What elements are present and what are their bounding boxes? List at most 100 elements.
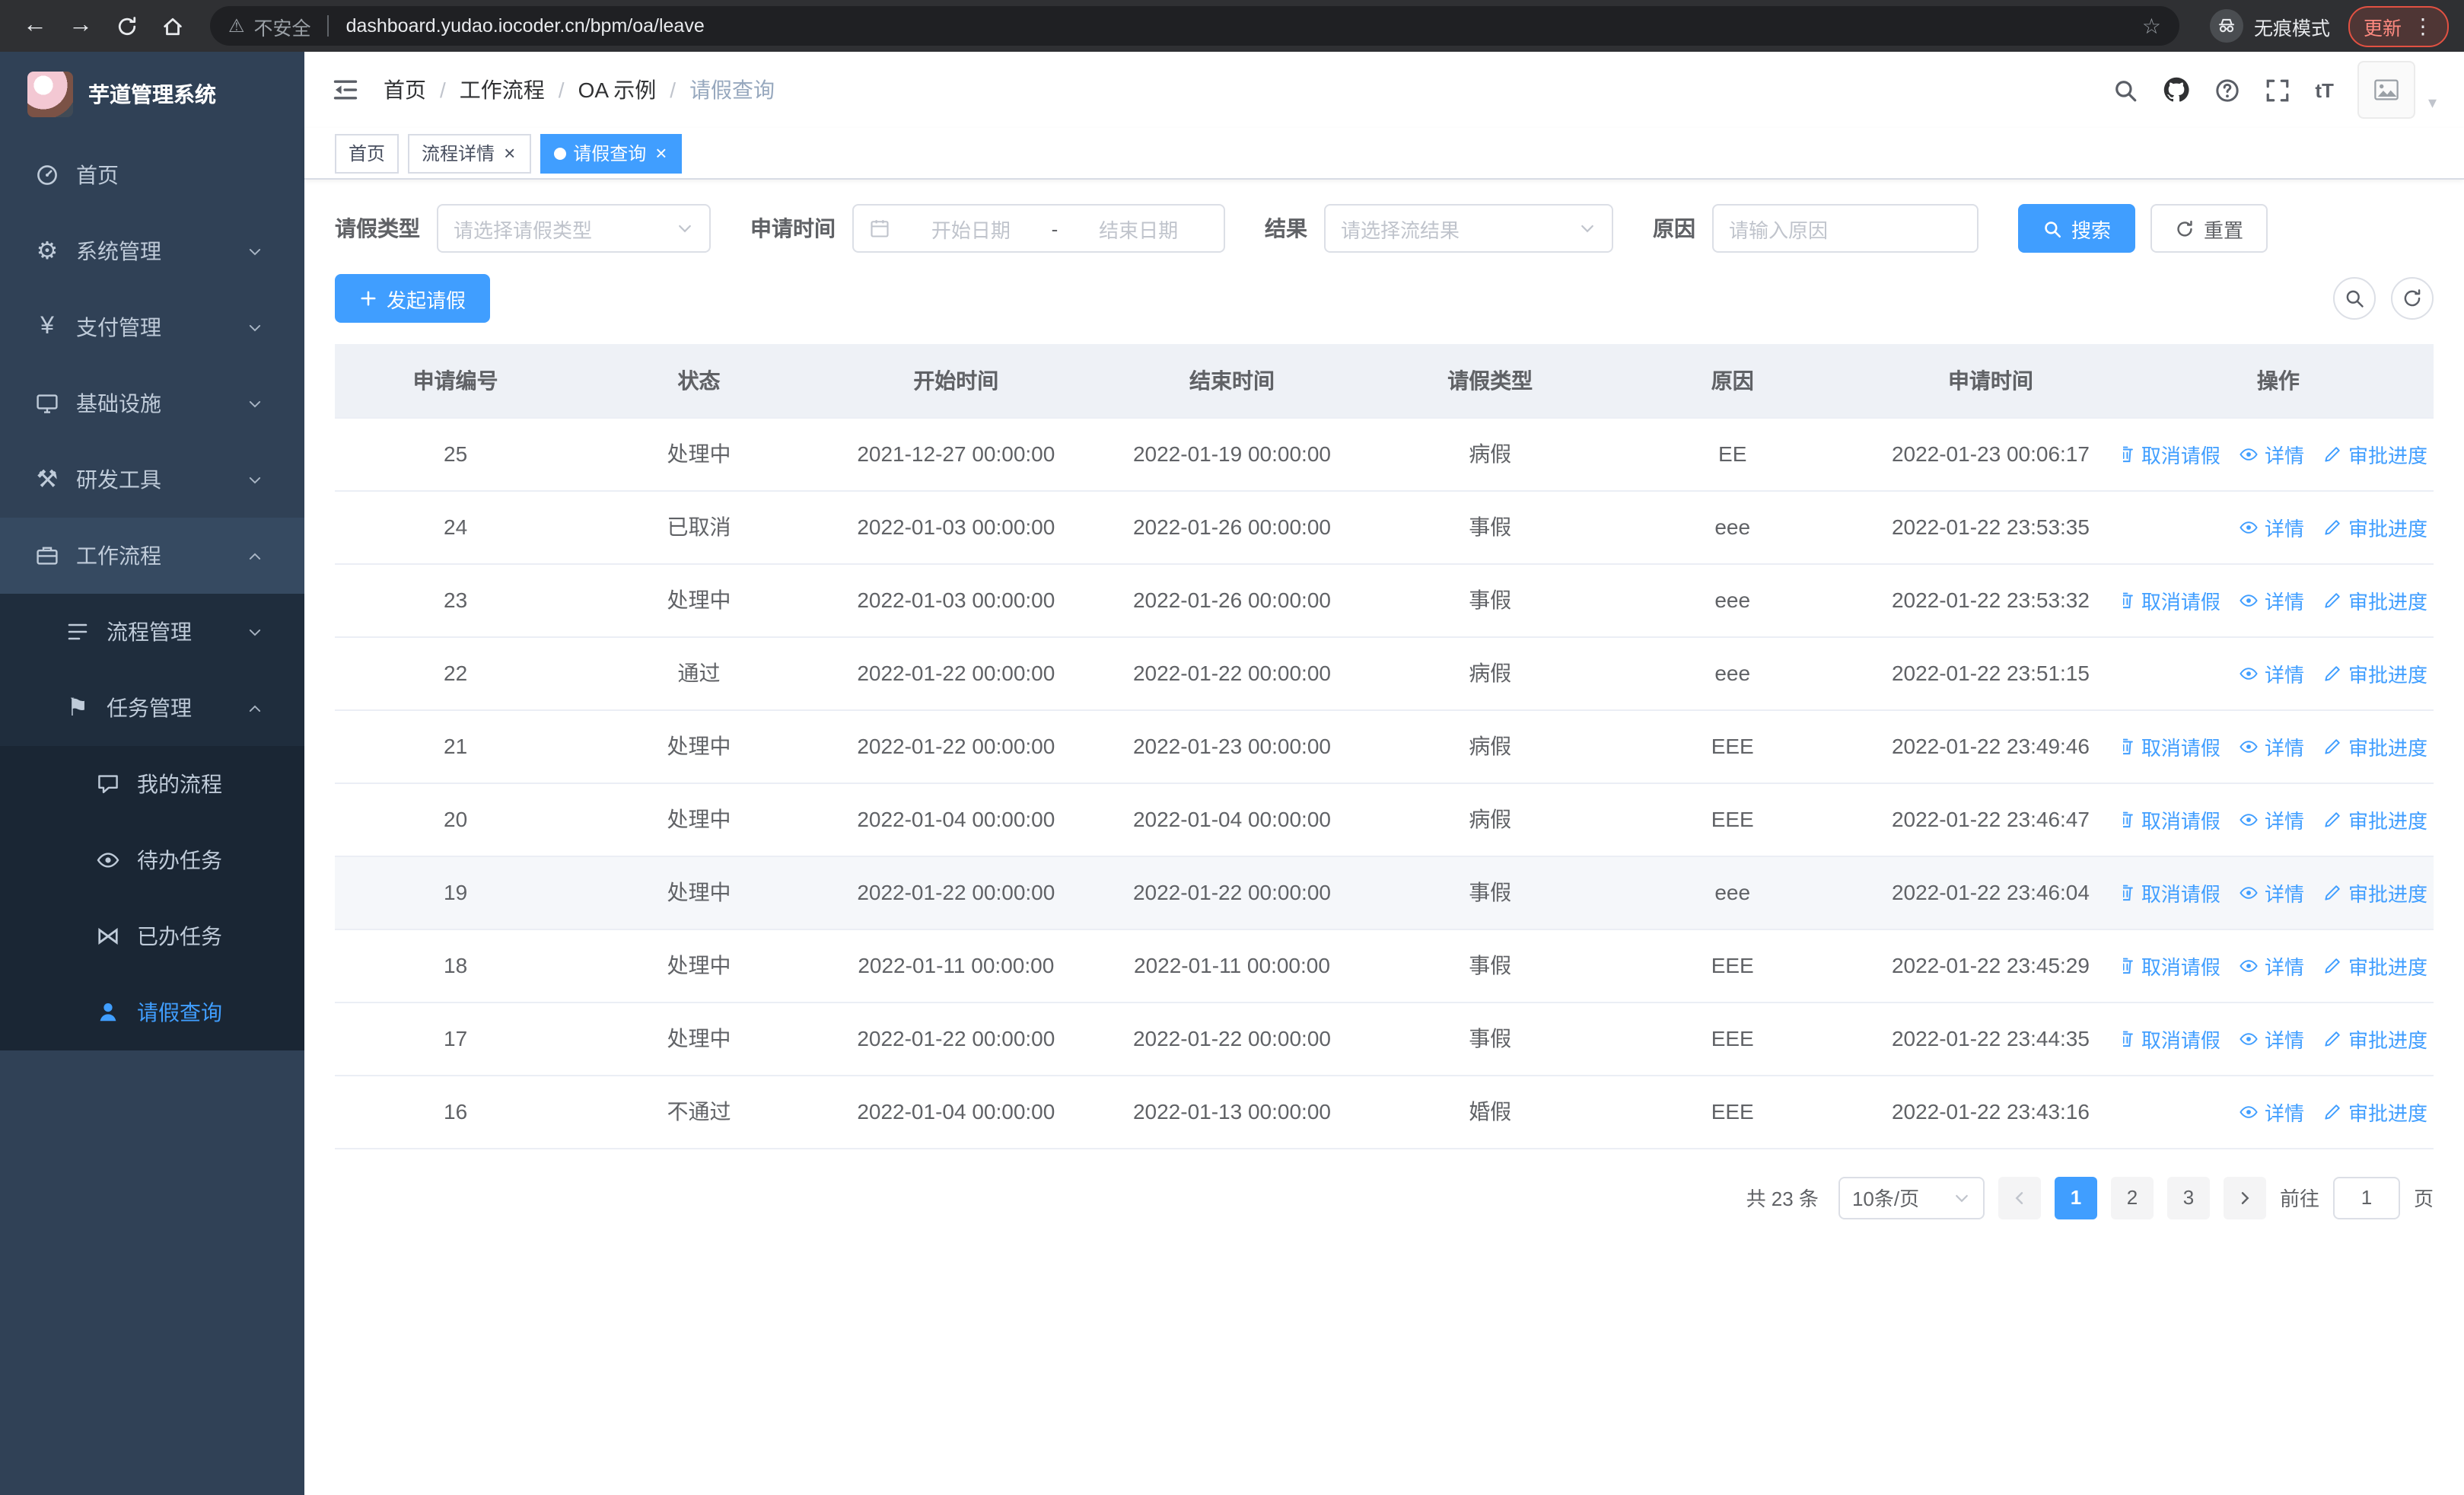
bookmark-star-icon[interactable]: ☆: [2142, 13, 2161, 39]
end-date-placeholder[interactable]: 结束日期: [1068, 214, 1208, 243]
approval-progress-link[interactable]: 审批进度: [2322, 512, 2427, 541]
search-button[interactable]: 搜索: [2018, 204, 2136, 253]
view-icon: [2239, 1101, 2259, 1121]
delete-icon: [2122, 444, 2135, 464]
sidebar-item-task-management[interactable]: ⚑ 任务管理: [0, 670, 304, 746]
github-icon[interactable]: [2163, 76, 2190, 104]
detail-link[interactable]: 详情: [2239, 951, 2304, 980]
approval-progress-link[interactable]: 审批进度: [2322, 732, 2427, 760]
approval-progress-link[interactable]: 审批进度: [2322, 878, 2427, 907]
goto-page-input[interactable]: [2332, 1176, 2400, 1219]
apply-time-range-picker[interactable]: 开始日期 - 结束日期: [852, 204, 1225, 253]
page-button-3[interactable]: 3: [2166, 1176, 2210, 1219]
toggle-search-button[interactable]: [2333, 277, 2376, 320]
next-page-button[interactable]: [2223, 1176, 2266, 1219]
forward-icon[interactable]: →: [61, 6, 100, 46]
column-header[interactable]: 申请编号: [335, 344, 577, 418]
detail-link[interactable]: 详情: [2239, 585, 2304, 614]
approval-progress-link[interactable]: 审批进度: [2322, 951, 2427, 980]
detail-link[interactable]: 详情: [2239, 1097, 2304, 1126]
collapse-menu-icon[interactable]: [332, 76, 359, 104]
approval-progress-link[interactable]: 审批进度: [2322, 658, 2427, 687]
sidebar-item-leave-query[interactable]: 请假查询: [0, 974, 304, 1050]
tab[interactable]: 首页: [335, 133, 400, 173]
tab[interactable]: 请假查询 ×: [540, 133, 683, 173]
cancel-leave-link[interactable]: 取消请假: [2122, 439, 2220, 468]
detail-link[interactable]: 详情: [2239, 512, 2304, 541]
column-header[interactable]: 请假类型: [1374, 344, 1607, 418]
column-header[interactable]: 开始时间: [821, 344, 1090, 418]
sidebar-item-done-tasks[interactable]: ⋈ 已办任务: [0, 898, 304, 974]
detail-link[interactable]: 详情: [2239, 805, 2304, 834]
approval-progress-link[interactable]: 审批进度: [2322, 1097, 2427, 1126]
cancel-leave-link[interactable]: 取消请假: [2122, 732, 2220, 760]
column-header[interactable]: 原因: [1606, 344, 1859, 418]
detail-link[interactable]: 详情: [2239, 658, 2304, 687]
security-label[interactable]: 不安全: [254, 11, 311, 40]
detail-link[interactable]: 详情: [2239, 1024, 2304, 1053]
leave-type-select[interactable]: 请选择请假类型: [437, 204, 711, 253]
table-row: 25 处理中 2021-12-27 00:00:00 2022-01-19 00:00…: [335, 417, 2434, 491]
avatar[interactable]: [2357, 61, 2416, 119]
fullscreen-icon[interactable]: [2265, 77, 2291, 103]
sidebar-item-home[interactable]: 首页: [0, 137, 304, 213]
breadcrumb-item[interactable]: 工作流程: [460, 75, 545, 105]
cancel-leave-link[interactable]: 取消请假: [2122, 951, 2220, 980]
sidebar-item-my-process[interactable]: 我的流程: [0, 746, 304, 822]
sidebar: 芋道管理系统 首页 ⚙ 系统管理 ¥ 支付管理 基础设施 ⚒ 研发工具 工作流程 流程管理 ⚑ 任务管…: [0, 52, 304, 1495]
cancel-leave-link[interactable]: 取消请假: [2122, 878, 2220, 907]
sidebar-item-process-management[interactable]: 流程管理: [0, 594, 304, 670]
column-header[interactable]: 申请时间: [1858, 344, 2123, 418]
page-button-2[interactable]: 2: [2110, 1176, 2154, 1219]
font-size-icon[interactable]: tT: [2315, 78, 2334, 101]
cell-actions: 取消请假 详情 审批进度: [2122, 783, 2434, 856]
approval-progress-link[interactable]: 审批进度: [2322, 585, 2427, 614]
sidebar-item-todo-tasks[interactable]: 待办任务: [0, 822, 304, 898]
sidebar-item-system-management[interactable]: ⚙ 系统管理: [0, 213, 304, 289]
delete-icon: [2122, 882, 2135, 902]
logo[interactable]: 芋道管理系统: [0, 52, 304, 137]
approval-progress-link[interactable]: 审批进度: [2322, 805, 2427, 834]
refresh-table-button[interactable]: [2391, 277, 2434, 320]
update-chip[interactable]: 更新 ⋮: [2348, 5, 2449, 46]
home-icon[interactable]: [152, 6, 192, 46]
sidebar-item-workflow[interactable]: 工作流程: [0, 518, 304, 594]
create-leave-button[interactable]: 发起请假: [335, 274, 491, 323]
back-icon[interactable]: ←: [15, 6, 55, 46]
close-tab-icon[interactable]: ×: [502, 143, 517, 163]
column-header[interactable]: 状态: [576, 344, 822, 418]
close-tab-icon[interactable]: ×: [654, 143, 668, 163]
start-date-placeholder[interactable]: 开始日期: [901, 214, 1041, 243]
avatar-caret-icon[interactable]: ▾: [2428, 93, 2437, 113]
detail-link[interactable]: 详情: [2239, 878, 2304, 907]
reload-icon[interactable]: [107, 6, 146, 46]
breadcrumb-item[interactable]: 首页: [384, 75, 426, 105]
help-icon[interactable]: [2214, 77, 2240, 103]
page-button-1[interactable]: 1: [2054, 1176, 2097, 1219]
url-bar[interactable]: ⚠ 不安全 dashboard.yudao.iocoder.cn/bpm/oa/…: [210, 6, 2179, 46]
edit-icon: [2322, 517, 2342, 537]
browser-menu-dots-icon[interactable]: ⋮: [2412, 13, 2434, 39]
detail-link[interactable]: 详情: [2239, 439, 2304, 468]
tab[interactable]: 流程详情 ×: [408, 133, 531, 173]
sidebar-item-dev-tools[interactable]: ⚒ 研发工具: [0, 441, 304, 518]
prev-page-button[interactable]: [1998, 1176, 2041, 1219]
column-header[interactable]: 结束时间: [1090, 344, 1374, 418]
sidebar-item-infrastructure[interactable]: 基础设施: [0, 365, 304, 441]
cancel-leave-link[interactable]: 取消请假: [2122, 585, 2220, 614]
page-size-select[interactable]: 10条/页: [1838, 1176, 1985, 1219]
breadcrumb-item[interactable]: OA 示例: [578, 75, 657, 105]
column-header[interactable]: 操作: [2122, 344, 2434, 418]
url-text[interactable]: dashboard.yudao.iocoder.cn/bpm/oa/leave: [346, 15, 705, 37]
result-select[interactable]: 请选择流结果: [1324, 204, 1613, 253]
cancel-leave-link[interactable]: 取消请假: [2122, 1024, 2220, 1053]
approval-progress-link[interactable]: 审批进度: [2322, 1024, 2427, 1053]
reason-input[interactable]: 请输入原因: [1712, 204, 1979, 253]
cancel-leave-link[interactable]: 取消请假: [2122, 805, 2220, 834]
approval-progress-link[interactable]: 审批进度: [2322, 439, 2427, 468]
reset-button[interactable]: 重置: [2150, 204, 2268, 253]
sidebar-item-payment-management[interactable]: ¥ 支付管理: [0, 289, 304, 365]
detail-link[interactable]: 详情: [2239, 732, 2304, 760]
search-icon[interactable]: [2112, 77, 2138, 103]
cell-id: 20: [335, 783, 577, 856]
